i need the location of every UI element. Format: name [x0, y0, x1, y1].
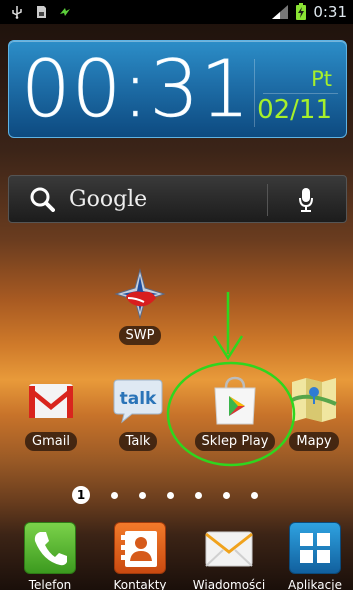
phone-icon [24, 522, 76, 574]
page-dot [139, 491, 146, 499]
dock: Telefon Kontakty Wiadomości Aplikacje [0, 512, 353, 590]
page-dot [195, 491, 202, 499]
page-indicator[interactable]: 1 [72, 486, 258, 504]
dock-contacts[interactable]: Kontakty [104, 522, 176, 590]
page-dot [223, 491, 230, 499]
dock-apps[interactable]: Aplikacje [280, 522, 350, 590]
apps-grid-icon [289, 522, 341, 574]
dock-phone[interactable]: Telefon [18, 522, 82, 590]
page-dot [111, 491, 118, 499]
app-label: Kontakty [113, 578, 167, 590]
app-label: Telefon [28, 578, 72, 590]
contacts-icon [114, 522, 166, 574]
page-dot [251, 491, 258, 499]
messages-icon [203, 522, 255, 574]
dock-messages[interactable]: Wiadomości [188, 522, 270, 590]
page-indicator-current: 1 [72, 486, 90, 504]
app-label: Wiadomości [192, 578, 266, 590]
annotation-circle [166, 361, 296, 467]
app-label: Aplikacje [288, 578, 342, 590]
page-dot [167, 491, 174, 499]
